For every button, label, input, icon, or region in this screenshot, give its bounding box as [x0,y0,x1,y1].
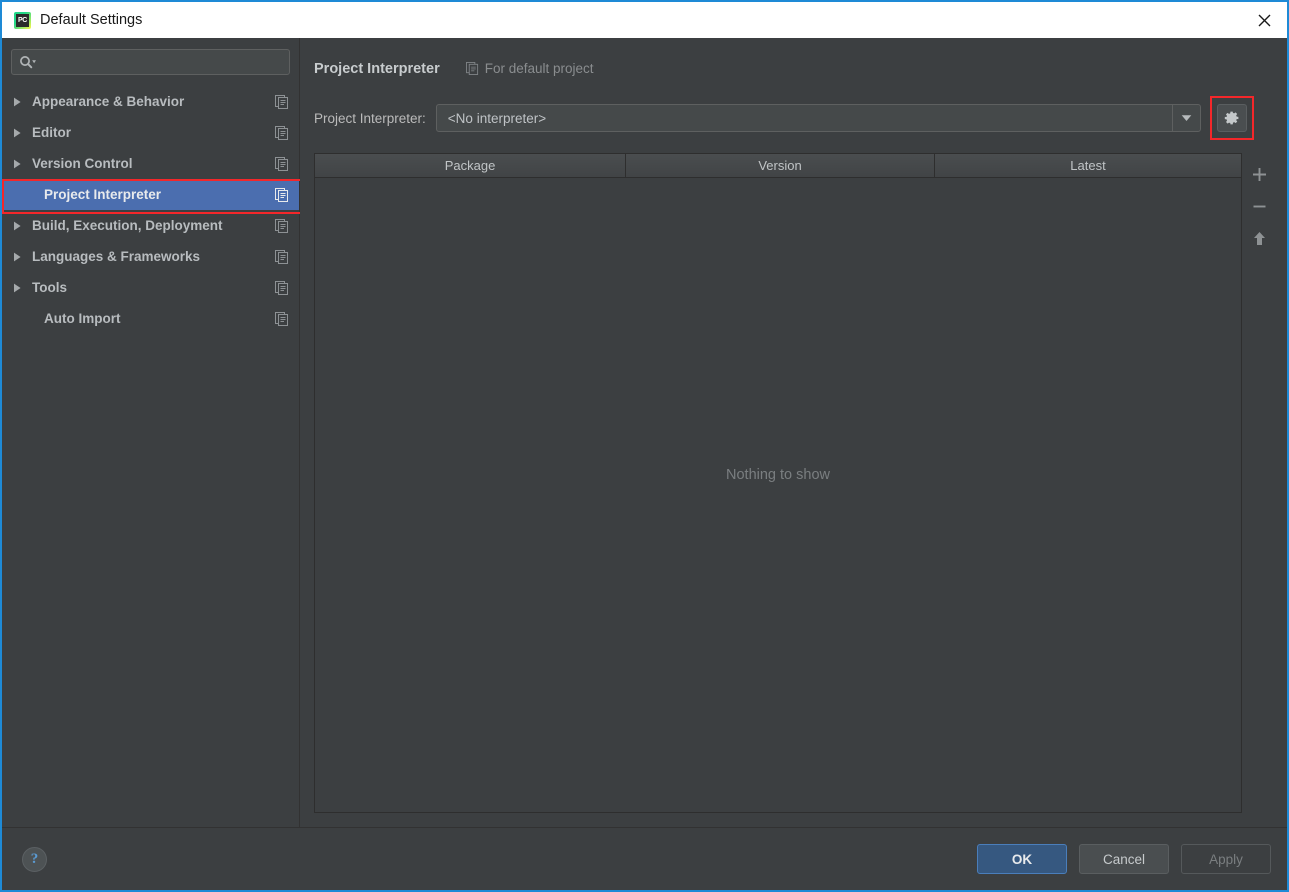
interpreter-select[interactable]: <No interpreter> [435,104,1201,132]
sidebar-item-label: Build, Execution, Deployment [32,218,223,233]
copy-settings-icon[interactable] [275,94,289,109]
empty-state-text: Nothing to show [726,467,830,483]
interpreter-settings-gear-icon[interactable] [1216,104,1247,132]
scope-label: For default project [484,61,594,76]
copy-settings-icon[interactable] [275,249,289,264]
sidebar-item-label: Editor [32,125,71,140]
upgrade-package-button[interactable] [1244,222,1276,254]
dialog-footer: ? OK Cancel Apply [2,828,1287,890]
copy-settings-icon[interactable] [275,187,289,202]
content-bottom-spacer [300,813,1287,827]
settings-sidebar: Appearance & Behavior Editor Version Con… [2,38,310,827]
copy-settings-icon[interactable] [275,125,289,140]
window-title: Default Settings [40,12,143,28]
copy-settings-icon[interactable] [275,280,289,295]
packages-table: Package Version Latest Nothing to show [314,153,1242,813]
chevron-right-icon[interactable] [2,128,32,138]
sidebar-item-label: Languages & Frameworks [32,249,201,264]
chevron-right-icon[interactable] [2,97,32,107]
column-header-version[interactable]: Version [626,154,935,177]
dialog-body: Appearance & Behavior Editor Version Con… [2,38,1287,827]
scope-indicator: For default project [465,61,594,76]
chevron-down-icon[interactable] [1171,105,1200,131]
sidebar-item-languages-frameworks[interactable]: Languages & Frameworks [2,241,299,272]
sidebar-item-appearance-behavior[interactable]: Appearance & Behavior [2,86,299,117]
interpreter-label: Project Interpreter: [314,110,426,126]
column-header-latest[interactable]: Latest [935,154,1241,177]
copy-settings-icon [465,62,479,75]
packages-area: Package Version Latest Nothing to show [314,153,1277,813]
sidebar-item-project-interpreter[interactable]: Project Interpreter [2,179,310,214]
sidebar-item-label: Tools [32,280,67,295]
page-title: Project Interpreter [314,60,440,77]
sidebar-item-auto-import[interactable]: Auto Import [2,303,299,334]
sidebar-item-label: Auto Import [44,311,121,326]
ok-button[interactable]: OK [977,844,1067,874]
settings-tree: Appearance & Behavior Editor Version Con… [2,86,310,334]
sidebar-item-tools[interactable]: Tools [2,272,299,303]
cancel-button[interactable]: Cancel [1079,844,1169,874]
add-package-button[interactable] [1244,158,1276,190]
chevron-right-icon[interactable] [2,252,32,262]
chevron-right-icon[interactable] [2,283,32,293]
sidebar-item-label: Project Interpreter [44,187,162,202]
sidebar-item-editor[interactable]: Editor [2,117,299,148]
search-input[interactable] [11,49,290,75]
gear-button-annotation [1209,96,1254,140]
search-area [2,38,299,75]
footer-button-group: OK Cancel Apply [977,844,1271,874]
sidebar-item-label: Version Control [32,156,133,171]
apply-button: Apply [1181,844,1271,874]
copy-settings-icon[interactable] [275,311,289,326]
sidebar-item-label: Appearance & Behavior [32,94,185,109]
copy-settings-icon[interactable] [275,218,289,233]
chevron-right-icon[interactable] [2,159,32,169]
column-header-package[interactable]: Package [315,154,626,177]
packages-toolbar [1242,153,1277,813]
remove-package-button[interactable] [1244,190,1276,222]
settings-dialog-window: PC Default Settings Appearance & Behavio… [0,0,1289,892]
search-icon [19,55,37,69]
title-bar: PC Default Settings [2,2,1287,38]
sidebar-item-build-execution-deployment[interactable]: Build, Execution, Deployment [2,210,299,241]
help-icon[interactable]: ? [22,846,47,872]
packages-table-header: Package Version Latest [315,154,1241,178]
settings-content-panel: Project Interpreter For default project … [300,38,1287,827]
copy-settings-icon[interactable] [275,156,289,171]
interpreter-selected-value: <No interpreter> [447,110,547,126]
chevron-right-icon[interactable] [2,221,32,231]
pycharm-icon-text: PC [17,16,28,24]
interpreter-row: Project Interpreter: <No interpreter> [300,96,1287,140]
packages-table-body: Nothing to show [315,178,1241,812]
content-header: Project Interpreter For default project [300,38,1287,82]
close-icon[interactable] [1241,2,1287,38]
pycharm-icon: PC [14,11,31,29]
sidebar-item-version-control[interactable]: Version Control [2,148,299,179]
